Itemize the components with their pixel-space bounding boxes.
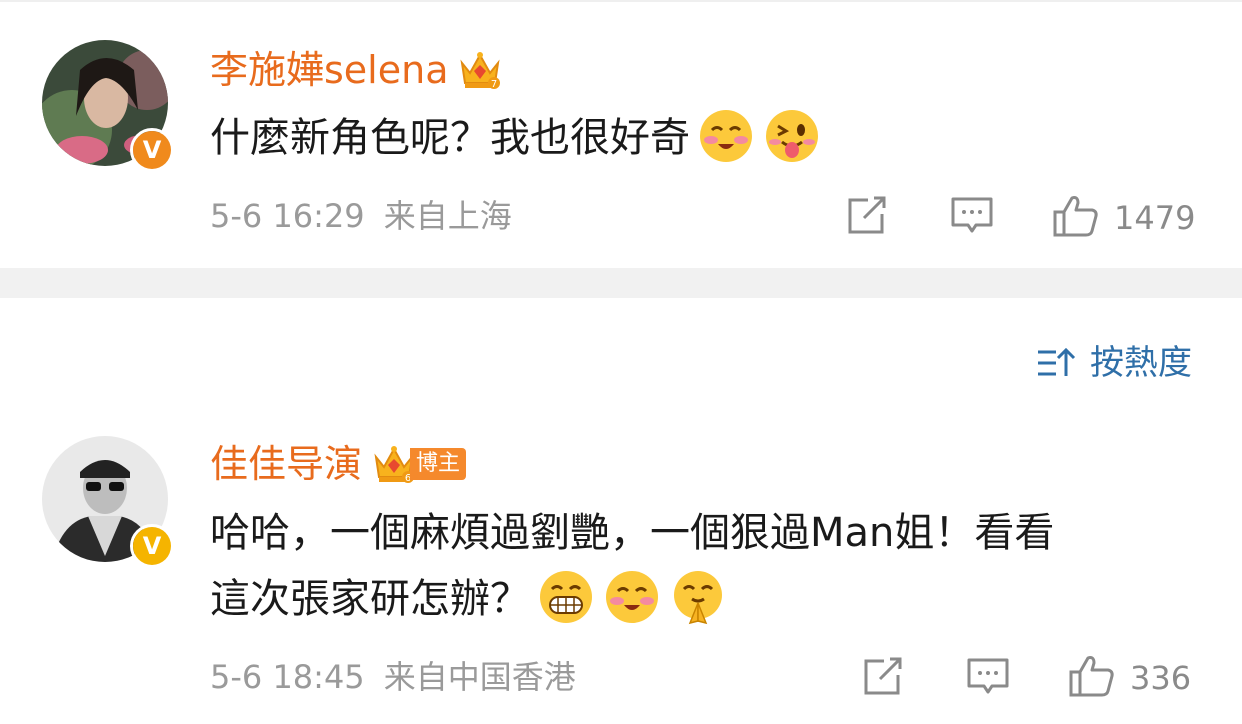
like-icon <box>1052 194 1100 242</box>
share-button[interactable] <box>862 657 904 701</box>
blogger-label: 博主 <box>410 448 467 480</box>
blush-emoji <box>698 108 754 168</box>
comment-1-header: 李施嬅selena 7 <box>210 48 502 92</box>
comment-1-meta: 5-6 16:29 来自上海 <box>210 196 512 236</box>
svg-text:7: 7 <box>491 79 497 90</box>
grin-emoji <box>538 569 594 629</box>
comment-1: V <box>42 40 174 172</box>
comment-text-line2-row: 這次張家研怎辦？ <box>210 566 1054 632</box>
comment-text-line1: 哈哈，一個麻煩過劉艷，一個狠過Man姐！看看 <box>210 510 1055 556</box>
comment-location: 来自上海 <box>383 197 512 235</box>
fold-hands-emoji <box>670 569 726 629</box>
comment-text-line2: 這次張家研怎辦？ <box>210 576 530 622</box>
sort-label: 按熱度 <box>1090 343 1192 383</box>
comment-1-body: 什麼新角色呢？我也很好奇 <box>210 105 820 171</box>
blush-emoji <box>604 569 660 629</box>
comment-button[interactable] <box>950 196 994 240</box>
share-icon <box>846 196 888 240</box>
share-button[interactable] <box>846 196 888 240</box>
share-icon <box>862 657 904 701</box>
tongue-emoji <box>764 108 820 168</box>
sort-toggle[interactable]: 按熱度 <box>1036 343 1192 383</box>
like-button[interactable]: 1479 <box>1052 194 1195 242</box>
comment-2: V <box>42 436 174 568</box>
sort-icon <box>1036 346 1076 380</box>
comment-time: 5-6 16:29 <box>210 197 365 235</box>
like-icon <box>1068 654 1116 702</box>
crown-icon: 7 <box>458 49 502 91</box>
top-divider <box>0 0 1242 2</box>
comment-2-meta: 5-6 18:45 来自中国香港 <box>210 657 576 697</box>
like-button[interactable]: 336 <box>1068 654 1191 702</box>
username[interactable]: 李施嬅selena <box>210 48 448 92</box>
comment-time: 5-6 18:45 <box>210 658 365 696</box>
like-count: 336 <box>1130 659 1192 697</box>
comment-location: 来自中国香港 <box>383 658 576 696</box>
comment-button[interactable] <box>966 657 1010 701</box>
blogger-badge: 6 博主 <box>372 443 467 485</box>
verified-badge: V <box>130 128 174 172</box>
comment-icon <box>950 196 994 240</box>
comment-2-header: 佳佳导演 6 博主 <box>210 442 467 486</box>
like-count: 1479 <box>1114 199 1196 237</box>
comment-text: 什麼新角色呢？我也很好奇 <box>210 115 690 161</box>
verified-badge: V <box>130 524 174 568</box>
section-divider <box>0 268 1242 298</box>
comment-icon <box>966 657 1010 701</box>
comment-2-body: 哈哈，一個麻煩過劉艷，一個狠過Man姐！看看 這次張家研怎辦？ <box>210 500 1054 632</box>
username[interactable]: 佳佳导演 <box>210 442 362 486</box>
